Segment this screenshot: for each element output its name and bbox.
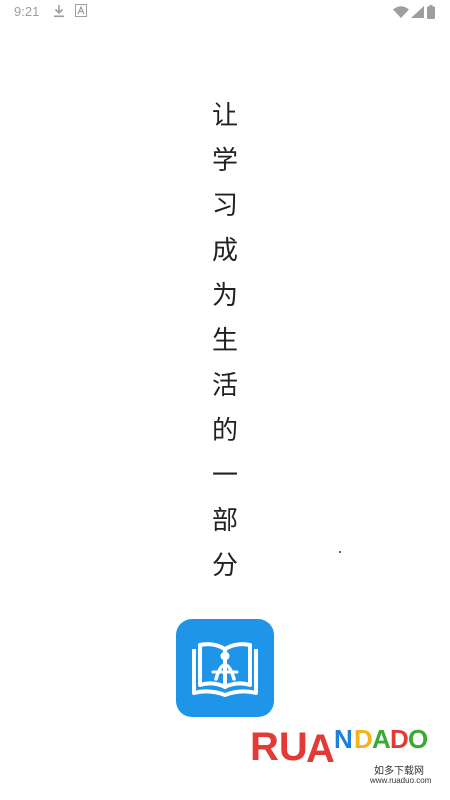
download-icon [53, 4, 65, 21]
slogan-char: 生 [211, 326, 238, 356]
svg-text:N: N [334, 724, 353, 754]
watermark-logo-graphic: RU A N D A D O [250, 724, 428, 768]
slogan-char: 为 [211, 281, 238, 311]
svg-text:A: A [372, 724, 391, 754]
watermark-tagline: 如多下载网 [374, 766, 424, 777]
slogan-char: 一 [211, 461, 238, 491]
slogan: 让 学 习 成 为 生 活 的 一 部 分 [205, 94, 245, 589]
signal-icon [411, 6, 424, 21]
svg-text:A: A [306, 727, 335, 768]
slogan-char: 分 [211, 551, 238, 581]
slogan-char: 学 [211, 146, 238, 176]
slogan-char: 让 [211, 101, 238, 131]
watermark: RU A N D A D O 如多下载网 www.ruaduo.com [248, 718, 448, 800]
dot-mark [339, 551, 341, 553]
a-icon [75, 4, 87, 20]
wifi-icon [393, 6, 409, 21]
slogan-char: 成 [211, 236, 238, 266]
app-logo [176, 619, 274, 717]
status-bar: 9:21 [0, 0, 450, 24]
watermark-url: www.ruaduo.com [370, 776, 432, 785]
svg-text:RU: RU [250, 725, 308, 768]
status-time: 9:21 [14, 4, 40, 19]
slogan-char: 的 [211, 416, 238, 446]
open-book-icon [192, 642, 258, 697]
svg-text:O: O [408, 724, 428, 754]
battery-icon [427, 5, 435, 22]
slogan-char: 部 [211, 506, 238, 536]
svg-text:D: D [354, 724, 373, 754]
svg-text:D: D [390, 724, 409, 754]
slogan-char: 活 [211, 371, 238, 401]
slogan-char: 习 [211, 191, 238, 221]
